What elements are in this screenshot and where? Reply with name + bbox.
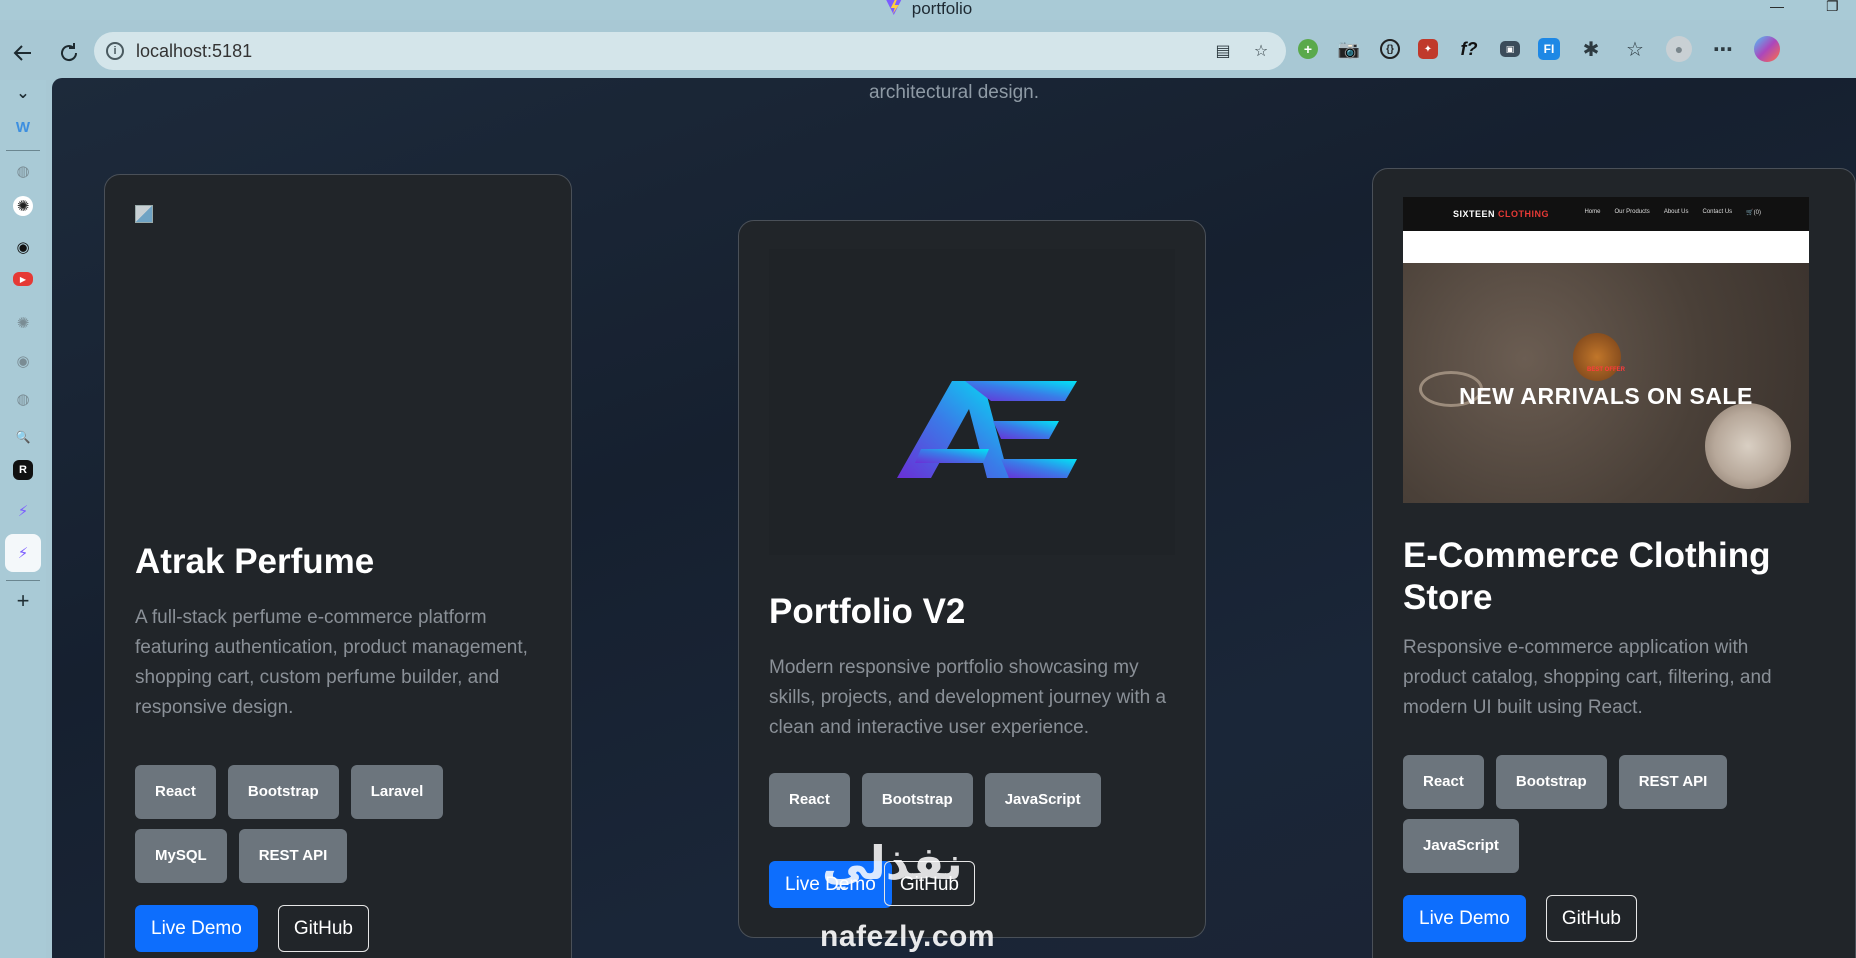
bookmark-w-icon[interactable]: W	[10, 114, 36, 140]
tag: React	[769, 773, 850, 827]
project-description: Responsive e-commerce application with p…	[1403, 637, 1772, 718]
globe-icon[interactable]: ◍	[10, 158, 36, 184]
page-content: architectural design. Atrak Perfume A fu…	[52, 78, 1856, 958]
github-button[interactable]: GitHub	[277, 905, 369, 952]
restore-icon[interactable]: ❐	[1826, 0, 1839, 15]
copilot-icon[interactable]	[1754, 36, 1780, 62]
tag: REST API	[1618, 755, 1728, 809]
youtube-icon[interactable]: ▶	[13, 272, 33, 286]
project-description: Modern responsive portfolio showcasing m…	[769, 657, 1167, 738]
project-title: Portfolio V2	[769, 592, 966, 631]
profile-avatar-icon[interactable]: ●	[1666, 36, 1692, 62]
live-demo-button[interactable]: Live Demo	[1403, 895, 1526, 942]
screenshot-offer: BEST OFFER	[1586, 367, 1625, 373]
ae-logo-icon	[897, 381, 1077, 478]
tag: JavaScript	[1403, 819, 1519, 873]
back-button[interactable]	[6, 36, 40, 70]
project-card: Portfolio V2 Modern responsive portfolio…	[738, 220, 1206, 938]
watermark-arabic: نفذلي	[822, 837, 963, 889]
watermark-text: nafezly.com	[820, 920, 995, 953]
broken-image-icon	[135, 205, 153, 223]
tag: Bootstrap	[1495, 755, 1607, 809]
project-logo-area	[769, 249, 1175, 555]
github-icon-2[interactable]: ◉	[10, 348, 36, 374]
minimize-icon[interactable]: —	[1770, 0, 1784, 14]
font-extension-icon[interactable]: f?	[1456, 36, 1482, 62]
tag: REST API	[238, 829, 348, 883]
github-button[interactable]: GitHub	[1545, 895, 1637, 942]
live-demo-button[interactable]: Live Demo	[135, 905, 258, 952]
project-title: E-Commerce Clothing Store	[1403, 536, 1771, 617]
screenshot-navbar: SIXTEEN CLOTHING Home Our Products About…	[1403, 197, 1809, 231]
address-bar[interactable]: i localhost:5181 ▤ ☆	[94, 32, 1286, 70]
screenshot-links: Home Our Products About Us Contact Us 🛒(…	[1584, 209, 1761, 216]
window-title: portfolio	[884, 0, 972, 18]
red-extension-icon[interactable]: ✦	[1418, 39, 1438, 59]
sync-extension-icon[interactable]: {}	[1380, 39, 1400, 59]
chatgpt-icon[interactable]: ✺	[13, 196, 33, 216]
browser-toolbar: i localhost:5181 ▤ ☆ + 📷 {} ✦ f? ▣ FI ✱ …	[0, 28, 1856, 78]
extensions-area: + 📷 {} ✦ f? ▣ FI ✱ ☆ ● ⋯	[1298, 36, 1780, 62]
back-arrow-icon	[13, 45, 31, 61]
tech-tags: React Bootstrap JavaScript	[769, 773, 1179, 827]
vite-logo-icon	[884, 0, 904, 21]
intro-text: architectural design.	[868, 82, 1040, 103]
tag: Bootstrap	[227, 765, 339, 819]
fi-extension-icon[interactable]: FI	[1538, 38, 1560, 60]
green-extension-icon[interactable]: +	[1298, 39, 1318, 59]
browser-sidebar: ⌄ W ◍ ✺ ◉ ▶ ✺ ◉ ◍ 🔍 R ⚡ ⚡ +	[0, 80, 46, 958]
tag: MySQL	[135, 829, 227, 883]
chatgpt-icon-2[interactable]: ✺	[10, 310, 36, 336]
window-title-text: portfolio	[911, 0, 973, 18]
reload-icon	[61, 43, 78, 62]
r-app-icon[interactable]: R	[13, 460, 33, 480]
reader-mode-icon[interactable]: ▤	[1212, 40, 1234, 62]
extensions-puzzle-icon[interactable]: ✱	[1578, 36, 1604, 62]
vite-icon-active[interactable]: ⚡	[5, 534, 41, 572]
site-info-icon[interactable]: i	[106, 42, 124, 60]
search-icon[interactable]: 🔍	[10, 424, 36, 450]
screenshot-headline: NEW ARRIVALS ON SALE	[1459, 383, 1753, 409]
screen-extension-icon[interactable]: ▣	[1500, 41, 1520, 57]
project-title: Atrak Perfume	[135, 542, 375, 581]
favorites-icon[interactable]: ☆	[1622, 36, 1648, 62]
url-text[interactable]: localhost:5181	[136, 41, 252, 62]
add-icon[interactable]: +	[10, 588, 36, 614]
github-icon[interactable]: ◉	[10, 234, 36, 260]
favorite-star-icon[interactable]: ☆	[1250, 40, 1272, 62]
project-card: SIXTEEN CLOTHING Home Our Products About…	[1372, 168, 1856, 958]
camera-extension-icon[interactable]: 📷	[1336, 36, 1362, 62]
globe-icon-2[interactable]: ◍	[10, 386, 36, 412]
project-card: Atrak Perfume A full-stack perfume e-com…	[104, 174, 572, 958]
tech-tags: React Bootstrap REST API JavaScript	[1403, 755, 1813, 873]
reload-button[interactable]	[52, 36, 86, 70]
tag: React	[135, 765, 216, 819]
chevron-down-icon[interactable]: ⌄	[10, 80, 36, 106]
project-description: A full-stack perfume e-commerce platform…	[135, 607, 528, 718]
tag: Laravel	[350, 765, 444, 819]
title-bar: portfolio — ❐	[0, 0, 1856, 20]
more-menu-icon[interactable]: ⋯	[1710, 36, 1736, 62]
vite-icon[interactable]: ⚡	[10, 498, 36, 524]
tag: Bootstrap	[861, 773, 973, 827]
tech-tags: React Bootstrap Laravel MySQL REST API	[135, 765, 545, 883]
screenshot-brand: SIXTEEN CLOTHING	[1453, 209, 1550, 219]
tag: React	[1403, 755, 1484, 809]
project-screenshot: SIXTEEN CLOTHING Home Our Products About…	[1403, 197, 1809, 503]
tag: JavaScript	[984, 773, 1101, 827]
